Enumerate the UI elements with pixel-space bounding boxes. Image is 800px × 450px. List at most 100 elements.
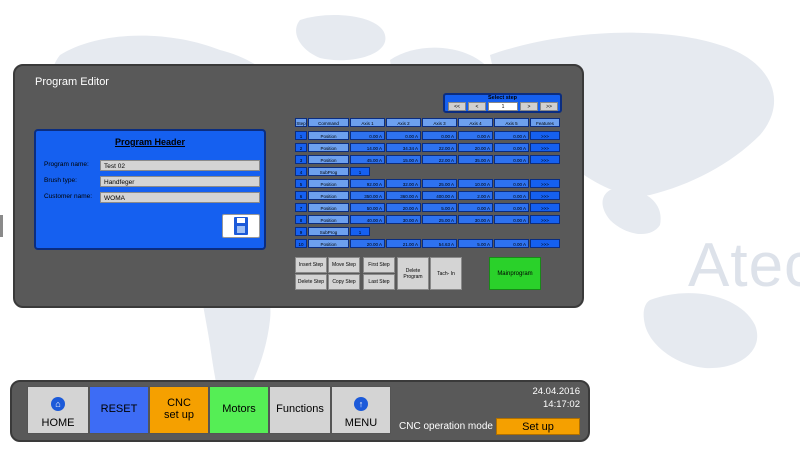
delete-step-button[interactable]: Delete Step xyxy=(295,274,327,290)
step-number[interactable]: 6 xyxy=(295,191,307,200)
step-number[interactable]: 8 xyxy=(295,215,307,224)
step-number[interactable]: 7 xyxy=(295,203,307,212)
step-command[interactable]: Position xyxy=(308,239,349,248)
program-name-field[interactable]: Test 02 xyxy=(100,160,260,171)
next-step-nav-button[interactable]: > xyxy=(520,102,538,111)
first-step-button[interactable]: First Step xyxy=(363,257,395,273)
operation-mode-label: CNC operation mode xyxy=(399,421,493,432)
last-step-button[interactable]: Last Step xyxy=(363,274,395,290)
delete-program-button[interactable]: Delete Program xyxy=(397,257,429,290)
axis-value[interactable]: 0.00 A xyxy=(458,203,493,212)
axis-value[interactable]: 32.00 A xyxy=(386,179,421,188)
axis-value[interactable]: 45.00 A xyxy=(350,155,385,164)
axis-value[interactable]: 25.00 A xyxy=(422,179,457,188)
step-number[interactable]: 10 xyxy=(295,239,307,248)
axis-value[interactable]: 92.00 A xyxy=(350,179,385,188)
axis-value[interactable]: 22.00 A xyxy=(422,155,457,164)
features-button[interactable]: >>> xyxy=(530,203,560,212)
axis-value[interactable]: 400.00 A xyxy=(422,191,457,200)
features-button[interactable]: >>> xyxy=(530,239,560,248)
menu-icon: ↑ xyxy=(354,397,368,411)
axis-value[interactable]: 14.00 A xyxy=(350,143,385,152)
axis-value[interactable]: 30.00 A xyxy=(458,215,493,224)
step-command[interactable]: Position xyxy=(308,179,349,188)
step-number[interactable]: 5 xyxy=(295,179,307,188)
axis-value[interactable]: 35.00 A xyxy=(458,155,493,164)
axis-value[interactable]: 15.00 A xyxy=(386,155,421,164)
axis-value[interactable]: 54.63 A xyxy=(422,239,457,248)
axis-value[interactable]: 10.00 A xyxy=(458,179,493,188)
axis-value[interactable]: 20.00 A xyxy=(458,143,493,152)
move-step-button[interactable]: Move Step xyxy=(328,257,360,273)
axis-value[interactable]: 0.00 A xyxy=(494,191,529,200)
mainprogram-button[interactable]: Mainprogram xyxy=(489,257,541,290)
axis-value[interactable]: 0.00 A xyxy=(494,215,529,224)
step-command[interactable]: SubProg xyxy=(308,227,349,236)
last-step-nav-button[interactable]: >> xyxy=(540,102,558,111)
axis-value[interactable]: 30.00 A xyxy=(386,215,421,224)
axis-value[interactable]: 20.00 A xyxy=(350,239,385,248)
axis-value[interactable]: 0.00 A xyxy=(494,155,529,164)
axis-value[interactable]: 34.34 A xyxy=(386,143,421,152)
axis-value[interactable]: 0.00 A xyxy=(494,239,529,248)
save-program-button[interactable] xyxy=(222,214,260,238)
step-command[interactable]: Position xyxy=(308,155,349,164)
copy-step-button[interactable]: Copy Step xyxy=(328,274,360,290)
watermark-text: Atec xyxy=(688,231,800,300)
side-handle[interactable] xyxy=(0,215,3,237)
features-button[interactable]: >>> xyxy=(530,143,560,152)
axis-value[interactable]: 20.00 A xyxy=(386,203,421,212)
insert-step-button[interactable]: Insert Step xyxy=(295,257,327,273)
axis-value[interactable]: 0.00 A xyxy=(494,131,529,140)
step-command[interactable]: Position xyxy=(308,131,349,140)
menu-button[interactable]: ↑ MENU xyxy=(331,386,391,434)
operation-mode-value: Set up xyxy=(496,418,580,435)
first-step-nav-button[interactable]: << xyxy=(448,102,466,111)
brush-type-field[interactable]: Handfeger xyxy=(100,176,260,187)
features-button[interactable]: >>> xyxy=(530,215,560,224)
axis-value[interactable]: 0.00 A xyxy=(350,131,385,140)
axis-value[interactable]: 0.00 A xyxy=(422,131,457,140)
axis-value[interactable]: 5.00 A xyxy=(458,239,493,248)
tach-in-button[interactable]: Tach- In xyxy=(430,257,462,290)
subprogram-number[interactable]: 1 xyxy=(350,227,370,236)
motors-button[interactable]: Motors xyxy=(209,386,269,434)
axis-value[interactable]: 0.00 A xyxy=(494,179,529,188)
axis-value[interactable]: 22.00 A xyxy=(422,143,457,152)
features-button[interactable]: >>> xyxy=(530,179,560,188)
axis-value[interactable]: 21.00 A xyxy=(386,239,421,248)
step-command[interactable]: Position xyxy=(308,215,349,224)
axis-value[interactable]: 350.00 A xyxy=(350,191,385,200)
step-number[interactable]: 3 xyxy=(295,155,307,164)
axis-value[interactable]: 25.00 A xyxy=(422,215,457,224)
features-button[interactable]: >>> xyxy=(530,191,560,200)
functions-button[interactable]: Functions xyxy=(269,386,331,434)
prev-step-nav-button[interactable]: < xyxy=(468,102,486,111)
axis-value[interactable]: 0.00 A xyxy=(494,143,529,152)
customer-name-field[interactable]: WOMA xyxy=(100,192,260,203)
step-number[interactable]: 4 xyxy=(295,167,307,176)
features-button[interactable]: >>> xyxy=(530,155,560,164)
home-button[interactable]: ⌂ HOME xyxy=(27,386,89,434)
axis-value[interactable]: 2.00 A xyxy=(458,191,493,200)
axis-value[interactable]: 360.00 A xyxy=(386,191,421,200)
axis-value[interactable]: 0.00 A xyxy=(458,131,493,140)
step-number[interactable]: 9 xyxy=(295,227,307,236)
axis-value[interactable]: 0.00 A xyxy=(386,131,421,140)
axis-value[interactable]: 0.00 A xyxy=(494,203,529,212)
axis-value[interactable]: 50.00 A xyxy=(350,203,385,212)
step-number[interactable]: 1 xyxy=(295,131,307,140)
features-button[interactable]: >>> xyxy=(530,131,560,140)
subprogram-number[interactable]: 1 xyxy=(350,167,370,176)
step-command[interactable]: Position xyxy=(308,191,349,200)
step-command[interactable]: Position xyxy=(308,143,349,152)
step-number-field[interactable]: 1 xyxy=(488,102,518,111)
reset-button[interactable]: RESET xyxy=(89,386,149,434)
step-number[interactable]: 2 xyxy=(295,143,307,152)
axis-value[interactable]: 5.00 A xyxy=(422,203,457,212)
axis-value[interactable]: 40.00 A xyxy=(350,215,385,224)
cnc-setup-button[interactable]: CNC set up xyxy=(149,386,209,434)
step-command[interactable]: SubProg xyxy=(308,167,349,176)
column-header-axis-3: Axis 3 xyxy=(422,118,457,127)
step-command[interactable]: Position xyxy=(308,203,349,212)
